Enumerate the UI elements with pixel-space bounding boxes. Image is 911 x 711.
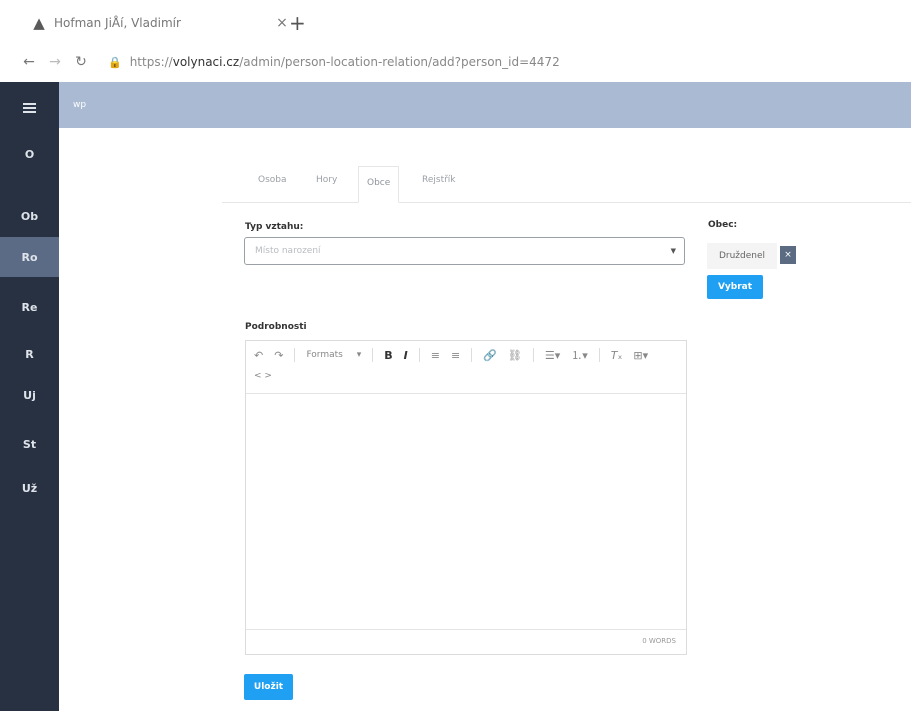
tab-hory[interactable]: Hory [316,175,337,185]
typ-vztahu-label: Typ vztahu: [245,222,304,232]
url-path: /admin/person-location-relation/add?pers… [239,55,560,69]
entity-tabs: Osoba Hory Obce Rejstřík [222,162,911,203]
lock-icon[interactable]: 🔒 [108,56,122,69]
redo-icon[interactable]: ↷ [274,349,283,362]
typ-vztahu-value: Místo narození [255,246,321,256]
bullet-list-icon[interactable]: ☰▾ [545,349,560,362]
unlink-icon[interactable]: ⛓ [508,349,522,362]
sidebar-item-2[interactable]: Ob [0,196,59,236]
editor-content-area[interactable] [246,393,686,629]
clear-format-icon[interactable]: Tₓ [611,349,623,362]
obec-label: Obec: [708,220,738,230]
chevron-down-icon: ▼ [670,247,676,255]
podrobnosti-label: Podrobnosti [245,322,307,332]
sidebar: O Ob Ro Re R Uj St Už [0,82,59,711]
editor-toolbar: ↶ ↷ Formats ▾ B I ≡ ≡ 🔗 ⛓ ☰▾ ⒈▾ Tₓ ⊞▾ < … [246,341,686,394]
word-count: 0 WORDS [642,637,676,645]
undo-icon[interactable]: ↶ [254,349,263,362]
bold-icon[interactable]: B [384,349,392,362]
forward-arrow-icon[interactable]: → [42,54,68,70]
save-button[interactable]: Uložit [244,674,293,700]
sidebar-item-7[interactable]: St [0,424,59,464]
numbered-list-icon[interactable]: ⒈▾ [571,347,588,363]
menu-toggle[interactable] [0,88,59,128]
top-header-bar: wp [59,82,911,128]
link-icon[interactable]: 🔗 [483,349,497,362]
sidebar-item-4[interactable]: Re [0,287,59,327]
browser-nav-row: ← → ↻ 🔒 https://volynaci.cz/admin/person… [0,42,911,82]
rich-text-editor: ↶ ↷ Formats ▾ B I ≡ ≡ 🔗 ⛓ ☰▾ ⒈▾ Tₓ ⊞▾ < … [245,340,687,655]
tab-osoba[interactable]: Osoba [258,175,287,185]
formats-label: Formats [306,350,343,360]
tab-close-icon[interactable]: × [274,15,290,31]
new-tab-icon[interactable]: + [289,10,306,36]
tab-obce[interactable]: Obce [358,166,400,203]
align-center-icon[interactable]: ≡ [451,349,460,362]
site-logo-icon: ▲ [33,14,45,32]
browser-tab[interactable]: ▲ Hofman JiÅí, Vladimír × [30,10,290,36]
tab-rejstrik[interactable]: Rejstřík [422,175,456,185]
obec-clear-icon[interactable]: × [780,246,796,264]
url-scheme: https:// [129,55,173,69]
editor-statusbar: 0 WORDS [246,629,686,654]
url-host: volynaci.cz [172,55,240,69]
tab-title: Hofman JiÅí, Vladimír [54,16,181,30]
obec-value: Druždenel [707,243,777,269]
back-arrow-icon[interactable]: ← [16,54,42,70]
sidebar-item-5[interactable]: R [0,334,59,374]
sidebar-item-8[interactable]: Už [0,468,59,508]
obec-selected: Druždenel × [707,243,808,269]
sidebar-item-6[interactable]: Uj [0,375,59,415]
typ-vztahu-select[interactable]: Místo narození ▼ [244,237,685,265]
hamburger-icon [23,101,36,115]
header-text: wp [73,100,87,110]
reload-icon[interactable]: ↻ [68,54,94,70]
vybrat-button[interactable]: Vybrat [707,275,763,299]
source-code-icon[interactable]: < > [254,371,272,381]
sidebar-item-3-active[interactable]: Ro [0,237,59,277]
address-bar[interactable]: https://volynaci.cz/admin/person-locatio… [130,55,560,69]
align-left-icon[interactable]: ≡ [431,349,440,362]
browser-tabbar: ▲ Hofman JiÅí, Vladimír × + [0,0,911,42]
table-icon[interactable]: ⊞▾ [633,349,648,362]
sidebar-item-1[interactable]: O [0,134,59,174]
italic-icon[interactable]: I [404,349,408,362]
formats-dropdown[interactable]: Formats ▾ [306,350,361,360]
